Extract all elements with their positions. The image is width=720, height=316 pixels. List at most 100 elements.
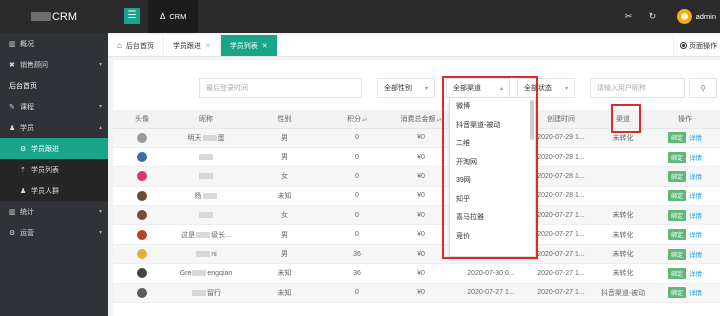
bind-button[interactable]: 绑定 — [667, 132, 686, 144]
logo-mark — [30, 12, 51, 21]
dropdown-scrollbar[interactable] — [530, 100, 534, 140]
search-button[interactable]: ⚲ — [689, 78, 717, 98]
col-amount[interactable]: 消费总金额▴▾ — [386, 110, 456, 129]
sort-icon[interactable]: ▴▾ — [362, 117, 367, 123]
chevron-down-icon: ▾ — [564, 85, 568, 92]
table-row[interactable]: 明天蛋男 0 ¥0 2020-07-29 1... 未转化 绑定 详情 — [113, 128, 720, 148]
table-row[interactable]: 女 0 ¥0 2020-07-28 1... 绑定 详情 — [113, 166, 720, 187]
refresh-icon[interactable]: ↻ — [641, 11, 665, 22]
table-row[interactable]: ni男36¥02020-07-27 1...2020-07-27 1...未转化… — [113, 244, 720, 265]
close-icon[interactable]: ✕ — [262, 42, 268, 50]
detail-link[interactable]: 详情 — [689, 213, 702, 220]
sidebar-item[interactable]: ▥ 概况 — [0, 33, 108, 54]
channel-option[interactable]: 喜马拉雅 — [450, 209, 535, 228]
table-row[interactable]: 女 0 ¥0 2020-07-27 1... 未转化 绑定 详情 — [113, 205, 720, 226]
sidebar-item[interactable]: ⚙ 运营 ▾ — [0, 222, 108, 243]
tab-home[interactable]: ⌂ 后台首页 — [108, 35, 164, 56]
detail-link[interactable]: 详情 — [689, 193, 702, 200]
nickname-cell — [171, 147, 241, 168]
channel-select[interactable]: 全部渠道 ▴ — [446, 78, 510, 98]
page-operations-button[interactable]: 页面操作 — [673, 35, 720, 56]
nickname-part: engqian — [207, 269, 233, 277]
amount-cell: ¥0 — [386, 283, 456, 304]
nickname-part: Gre — [179, 269, 192, 277]
gear-icon: ⚙ — [9, 229, 16, 237]
col-points-label: 积分 — [346, 115, 361, 123]
channel-option[interactable]: 竞价 — [450, 228, 535, 247]
channel-option[interactable]: 微博 — [450, 98, 535, 117]
user-name[interactable]: admin — [696, 12, 716, 21]
created-cell: 2020-07-29 1... — [526, 128, 596, 148]
table-row[interactable]: Gre engqian 未知 36 ¥0 2020-07-30 0... 2020-07-2… — [113, 263, 720, 284]
detail-link[interactable]: 详情 — [689, 174, 702, 181]
bind-button[interactable]: 绑定 — [667, 229, 686, 241]
nickname-cell: 这是 级长... — [171, 224, 241, 245]
sidebar-item[interactable]: ♟ 学员 ▴ — [0, 117, 108, 138]
redacted-block — [192, 270, 207, 277]
nickname-cell: 明天 蛋 — [171, 128, 241, 148]
col-created: 创建时间 — [526, 110, 596, 129]
actions-cell: 绑定 详情 — [650, 263, 720, 284]
channel-option[interactable]: 二维 — [450, 135, 535, 154]
sidebar-item[interactable]: ✎ 课程 ▾ — [0, 96, 108, 117]
sidebar-item[interactable]: 后台首页 — [0, 75, 108, 96]
avatar-cell — [113, 128, 171, 148]
bind-button[interactable]: 绑定 — [667, 170, 686, 182]
search-input[interactable]: 请输入用户昵称 — [590, 78, 685, 98]
col-points[interactable]: 积分▴▾ — [328, 110, 386, 129]
search-placeholder: 请输入用户昵称 — [597, 85, 646, 92]
bind-button[interactable]: 绑定 — [667, 209, 686, 221]
sort-icon[interactable]: ▴▾ — [436, 117, 441, 123]
close-icon[interactable]: ✕ — [205, 42, 211, 50]
bind-button[interactable]: 绑定 — [667, 287, 686, 299]
user-avatar[interactable] — [676, 9, 692, 24]
table-row[interactable]: 男 0 ¥0 2020-07-28 1... 绑定 详情 — [113, 147, 720, 168]
app-tab-crm[interactable]: Δ CRM — [148, 0, 199, 33]
detail-link[interactable]: 详情 — [689, 155, 702, 162]
channel-option[interactable]: 抖音渠道-被动 — [450, 117, 535, 136]
status-select[interactable]: 全部状态 ▾ — [517, 78, 575, 98]
detail-link[interactable]: 详情 — [689, 290, 702, 297]
nickname-part: 蛋 — [217, 134, 225, 142]
last-login-cell: 2020-07-27 1... — [456, 283, 526, 304]
avatar — [137, 171, 147, 182]
menu-toggle-icon[interactable]: ☰ — [124, 8, 140, 24]
created-cell: 2020-07-28 1... — [526, 147, 596, 168]
bind-button[interactable]: 绑定 — [667, 190, 686, 202]
bind-button[interactable]: 绑定 — [667, 267, 686, 279]
table-row[interactable]: 杨 未知 0 ¥0 2020-07-28 1... 绑定 详情 — [113, 186, 720, 207]
bind-button[interactable]: 绑定 — [667, 248, 686, 260]
redacted-block — [192, 289, 206, 296]
tab-student-followup[interactable]: 学员跟进 ✕ — [164, 35, 221, 56]
broom-icon[interactable]: ✂ — [617, 11, 641, 22]
sidebar-item[interactable]: ♟ 学员人群 — [0, 180, 108, 201]
table-row[interactable]: 留行 未知 0 ¥0 2020-07-27 1... 2020-07-27 1... 抖音渠… — [113, 283, 720, 304]
avatar-cell — [113, 263, 171, 284]
avatar — [137, 132, 147, 143]
sidebar-item[interactable]: ⇡ 学员列表 — [0, 159, 108, 180]
detail-link[interactable]: 详情 — [689, 271, 702, 278]
detail-link[interactable]: 详情 — [689, 232, 702, 239]
detail-link[interactable]: 详情 — [689, 135, 702, 142]
logo[interactable]: CRM — [0, 0, 108, 33]
channel-option[interactable]: 开淘网 — [450, 154, 535, 173]
channel-cell: 未转化 — [596, 224, 650, 245]
channel-option[interactable]: 39网 — [450, 172, 535, 191]
sidebar-item[interactable]: ✖ 销售顾问 ▾ — [0, 54, 108, 75]
sidebar-item[interactable]: ▥ 统计 ▾ — [0, 201, 108, 222]
table-row[interactable]: 这是 级长... 男 0 ¥0 2020-07-27 1... 未转化 绑定 详情 — [113, 224, 720, 245]
login-time-field[interactable]: 最后登录时间 — [199, 78, 362, 98]
bind-button[interactable]: 绑定 — [667, 151, 686, 163]
sidebar-item[interactable]: ⚙ 学员跟进 — [0, 138, 108, 159]
channel-cell: 未转化 — [596, 263, 650, 284]
channel-option[interactable]: 知乎 — [450, 191, 535, 210]
gender-select[interactable]: 全部性别 ▾ — [377, 78, 435, 98]
col-actions: 操作 — [650, 110, 720, 129]
tab-student-list[interactable]: 学员列表 ✕ — [220, 35, 278, 56]
chevron-down-icon: ▾ — [98, 62, 102, 68]
avatar — [137, 268, 147, 279]
detail-link[interactable]: 详情 — [689, 252, 702, 259]
chevron-down-icon: ▾ — [98, 104, 102, 110]
last-login-cell: 2020-07-30 0... — [456, 263, 526, 284]
users-icon: ♟ — [9, 124, 16, 132]
